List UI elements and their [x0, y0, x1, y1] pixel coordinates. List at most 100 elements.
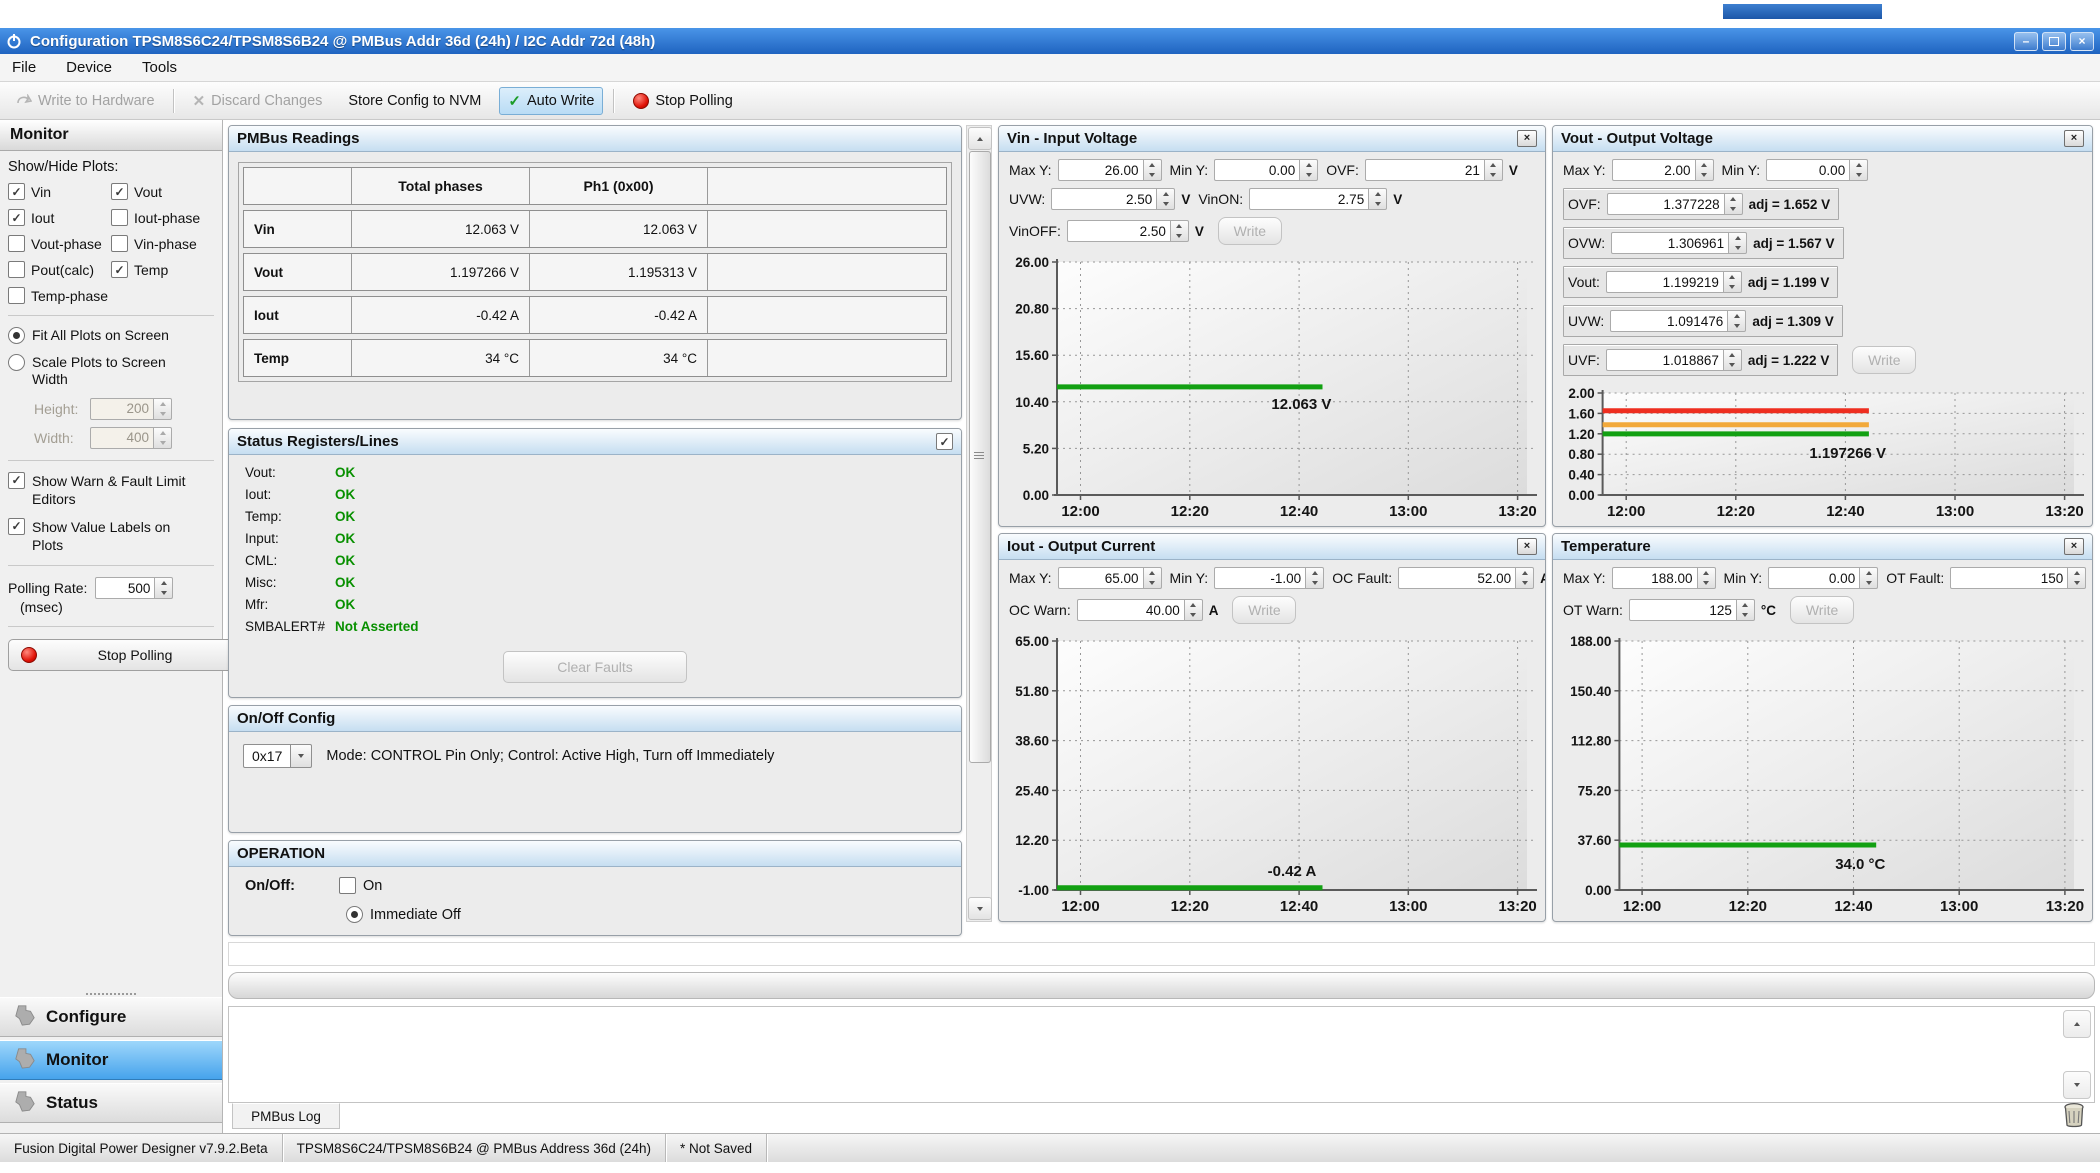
close-button[interactable]: ×: [2070, 31, 2094, 51]
limit-field-stepper-input[interactable]: [1057, 567, 1144, 589]
limit-field-stepper[interactable]: [1605, 271, 1742, 293]
limit-field-stepper[interactable]: [1214, 567, 1325, 589]
polling-rate-input[interactable]: [95, 577, 156, 600]
plot-checkbox-temp[interactable]: ✓: [111, 261, 128, 278]
limit-field-stepper-spin-up-icon[interactable]: [1724, 272, 1741, 282]
limit-field-stepper-spin-down-icon[interactable]: [1157, 199, 1174, 209]
limit-field-stepper-spin-up-icon[interactable]: [1306, 568, 1323, 578]
limit-field-stepper-spin-down-icon[interactable]: [1516, 578, 1533, 588]
scale-radio-0[interactable]: [8, 327, 25, 344]
sidebar-nav-configure[interactable]: Configure: [0, 997, 222, 1037]
limit-field-stepper-spin-buttons[interactable]: [1850, 159, 1869, 181]
limit-field-stepper[interactable]: [1605, 349, 1742, 371]
pmbus-log-area[interactable]: [228, 1006, 2095, 1103]
plot-checkbox-vin-phase[interactable]: [111, 235, 128, 252]
sidebar-nav-status[interactable]: Status: [0, 1083, 222, 1123]
limit-field-stepper-spin-down-icon[interactable]: [1728, 321, 1745, 331]
store-config-button[interactable]: Store Config to NVM: [340, 89, 489, 113]
limit-field-stepper[interactable]: [1610, 310, 1747, 332]
limit-field-stepper-spin-up-icon[interactable]: [1725, 194, 1742, 204]
limit-field-stepper-spin-down-icon[interactable]: [1300, 170, 1317, 180]
limit-field-stepper-spin-down-icon[interactable]: [1485, 170, 1502, 180]
scroll-up-icon[interactable]: [968, 127, 992, 150]
width-spin-buttons[interactable]: [154, 426, 172, 449]
option-checkbox-1[interactable]: ✓: [8, 517, 25, 535]
limit-field-stepper-spin-down-icon[interactable]: [1144, 170, 1161, 180]
limit-field-stepper-spin-buttons[interactable]: [1723, 271, 1742, 293]
limit-field-stepper-input[interactable]: [1214, 567, 1307, 589]
plot-close-icon[interactable]: ×: [1517, 538, 1537, 555]
write-button[interactable]: Write: [1217, 217, 1282, 245]
limit-field-stepper-spin-up-icon[interactable]: [1485, 160, 1502, 170]
plot-checkbox-vin[interactable]: ✓: [8, 183, 25, 200]
plot-close-icon[interactable]: ×: [2064, 538, 2084, 555]
limit-field-stepper-spin-buttons[interactable]: [1736, 599, 1755, 621]
limit-field-stepper[interactable]: [1364, 159, 1503, 181]
limit-field-stepper-input[interactable]: [1364, 159, 1485, 181]
height-input[interactable]: [90, 397, 154, 420]
limit-field-stepper-spin-buttons[interactable]: [2068, 567, 2087, 589]
limit-field-stepper-input[interactable]: [1766, 159, 1851, 181]
limit-field-stepper-spin-down-icon[interactable]: [1860, 578, 1877, 588]
scale-radio-1[interactable]: [8, 353, 25, 371]
limit-field-stepper-input[interactable]: [1768, 567, 1861, 589]
limit-field-stepper[interactable]: [1057, 567, 1162, 589]
horizontal-splitter[interactable]: [228, 972, 2095, 999]
limit-field-stepper-spin-down-icon[interactable]: [1185, 610, 1202, 620]
limit-field-stepper-spin-buttons[interactable]: [1724, 193, 1743, 215]
limit-field-stepper[interactable]: [1611, 567, 1716, 589]
plot-checkbox-vout[interactable]: ✓: [111, 183, 128, 200]
limit-field-stepper[interactable]: [1768, 567, 1879, 589]
limit-field-stepper-spin-down-icon[interactable]: [1171, 231, 1188, 241]
limit-field-stepper-spin-up-icon[interactable]: [1737, 600, 1754, 610]
limit-field-stepper-spin-buttons[interactable]: [1170, 220, 1189, 242]
plot-close-icon[interactable]: ×: [2064, 130, 2084, 147]
limit-field-stepper-spin-up-icon[interactable]: [1157, 189, 1174, 199]
limit-field-stepper-spin-up-icon[interactable]: [1144, 568, 1161, 578]
limit-field-stepper-spin-buttons[interactable]: [1143, 567, 1162, 589]
limit-field-stepper[interactable]: [1611, 232, 1748, 254]
limit-field-stepper-spin-buttons[interactable]: [1860, 567, 1879, 589]
limit-field-stepper-input[interactable]: [1249, 188, 1370, 210]
stop-polling-toolbar-button[interactable]: Stop Polling: [625, 89, 740, 113]
plot-close-icon[interactable]: ×: [1517, 130, 1537, 147]
plot-checkbox-iout[interactable]: ✓: [8, 209, 25, 226]
clear-faults-button[interactable]: Clear Faults: [503, 651, 687, 683]
limit-field-stepper-spin-down-icon[interactable]: [1737, 610, 1754, 620]
limit-field-stepper-spin-down-icon[interactable]: [1144, 578, 1161, 588]
height-spin-buttons[interactable]: [154, 397, 172, 420]
limit-field-stepper-spin-buttons[interactable]: [1306, 567, 1325, 589]
limit-field-stepper-spin-down-icon[interactable]: [1724, 360, 1741, 370]
limit-field-stepper-spin-buttons[interactable]: [1143, 159, 1162, 181]
limit-field-stepper-spin-up-icon[interactable]: [1516, 568, 1533, 578]
minimize-button[interactable]: –: [2014, 31, 2038, 51]
menu-tools[interactable]: Tools: [142, 59, 177, 76]
log-scroll-down-icon[interactable]: [2063, 1071, 2091, 1099]
limit-field-stepper-input[interactable]: [1214, 159, 1301, 181]
limit-field-stepper[interactable]: [1606, 193, 1743, 215]
limit-field-stepper-spin-up-icon[interactable]: [1696, 160, 1713, 170]
limit-field-stepper-spin-down-icon[interactable]: [1725, 204, 1742, 214]
limit-field-stepper[interactable]: [1057, 159, 1162, 181]
limit-field-stepper[interactable]: [1766, 159, 1869, 181]
limit-field-stepper-spin-down-icon[interactable]: [1729, 243, 1746, 253]
limit-field-stepper-input[interactable]: [1605, 349, 1724, 371]
limit-field-stepper[interactable]: [1950, 567, 2087, 589]
limit-field-stepper-spin-up-icon[interactable]: [1850, 160, 1867, 170]
height-stepper[interactable]: [90, 397, 172, 420]
limit-field-stepper-input[interactable]: [1611, 567, 1698, 589]
limit-field-stepper-spin-up-icon[interactable]: [1185, 600, 1202, 610]
limit-field-stepper-spin-buttons[interactable]: [1695, 159, 1714, 181]
option-checkbox-0[interactable]: ✓: [8, 471, 25, 489]
write-button[interactable]: Write: [1232, 596, 1297, 624]
limit-field-stepper-spin-down-icon[interactable]: [1306, 578, 1323, 588]
plot-checkbox-pout(calc)[interactable]: [8, 261, 25, 278]
limit-field-stepper-spin-up-icon[interactable]: [1698, 568, 1715, 578]
log-scroll-up-icon[interactable]: [2063, 1010, 2091, 1038]
limit-field-stepper-spin-down-icon[interactable]: [2068, 578, 2085, 588]
stop-polling-button[interactable]: Stop Polling: [8, 639, 234, 672]
limit-field-stepper[interactable]: [1051, 188, 1176, 210]
limit-field-stepper-input[interactable]: [1066, 220, 1171, 242]
limit-field-stepper-spin-buttons[interactable]: [1723, 349, 1742, 371]
width-input[interactable]: [90, 426, 154, 449]
